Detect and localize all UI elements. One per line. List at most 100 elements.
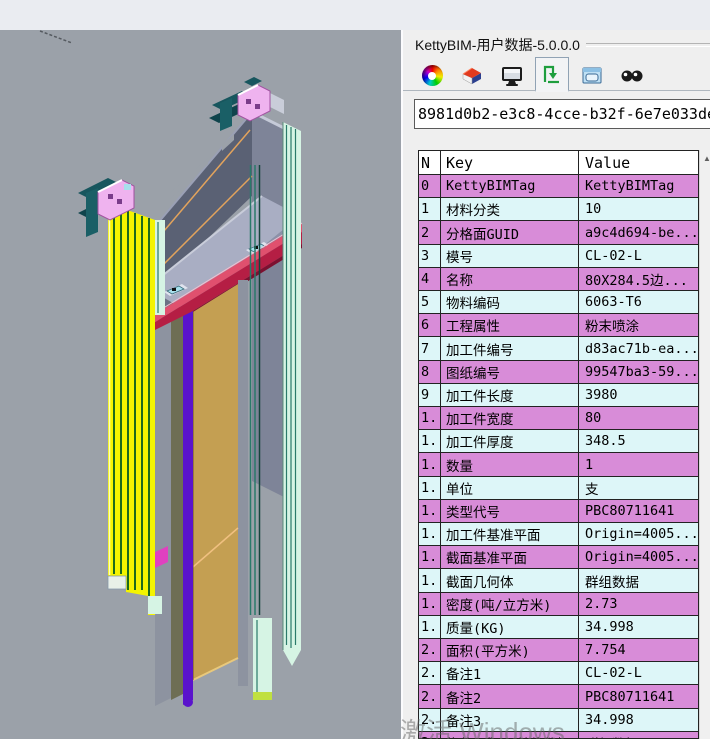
tan-panel [193, 284, 238, 680]
row-value-cell: PBC80711641 [579, 500, 698, 522]
row-index-cell: 1. [419, 407, 441, 429]
tab-monitor[interactable] [495, 60, 529, 91]
table-row[interactable]: 2. 备注3 34.998 [419, 709, 698, 732]
header-key[interactable]: Key [441, 151, 579, 174]
row-key-cell: 加工件长度 [441, 384, 579, 406]
row-key-cell: 加工件宽度 [441, 407, 579, 429]
table-row[interactable]: 1. 数量 1 [419, 453, 698, 476]
row-value-cell: Origin=4005... [579, 523, 698, 545]
row-index-cell: 2. [419, 685, 441, 707]
user-data-panel: KettyBIM-用户数据-5.0.0.0 [401, 30, 710, 739]
table-row[interactable]: 8 图纸编号 99547ba3-59... [419, 361, 698, 384]
title-divider [586, 43, 710, 47]
row-value-cell: 支 [579, 477, 698, 499]
table-row[interactable]: 1. 截面基准平面 Origin=4005... [419, 546, 698, 569]
table-row[interactable]: 1 材料分类 10 [419, 198, 698, 221]
table-row[interactable]: 1. 类型代号 PBC80711641 [419, 500, 698, 523]
app-root: KettyBIM-用户数据-5.0.0.0 [0, 0, 710, 739]
table-row[interactable]: 9 加工件长度 3980 [419, 384, 698, 407]
row-key-cell: 备注1 [441, 662, 579, 684]
row-key-cell: 加工件厚度 [441, 430, 579, 452]
row-value-cell: PBC80711641 [579, 685, 698, 707]
table-row[interactable]: 1. 加工件基准平面 Origin=4005... [419, 523, 698, 546]
table-row[interactable]: 4 名称 80X284.5边... [419, 268, 698, 291]
tab-binoculars[interactable] [615, 60, 649, 91]
table-body: 0 KettyBIMTag KettyBIMTag 1 材料分类 10 2 分格… [419, 175, 698, 739]
table-row[interactable]: 7 加工件编号 d83ac71b-ea... [419, 337, 698, 360]
row-key-cell: 分格面GUID [441, 221, 579, 243]
row-value-cell: 7.754 [579, 639, 698, 661]
row-value-cell: 34.998 [579, 616, 698, 638]
table-row[interactable]: 1. 加工件厚度 348.5 [419, 430, 698, 453]
row-index-cell: 1. [419, 569, 441, 591]
table-row[interactable]: 1. 截面几何体 群组数据 [419, 569, 698, 592]
row-value-cell: d83ac71b-ea... [579, 337, 698, 359]
panel-title: KettyBIM-用户数据-5.0.0.0 [415, 35, 580, 55]
table-row[interactable]: 2. 备注2 PBC80711641 [419, 685, 698, 708]
row-key-cell: 质量(KG) [441, 616, 579, 638]
table-row[interactable]: 2. 构件(或面)单位数据 群组数据 [419, 732, 698, 739]
row-index-cell: 7 [419, 337, 441, 359]
right-mint-mullion [283, 122, 301, 666]
table-row[interactable]: 2. 面积(平方米) 7.754 [419, 639, 698, 662]
table-row[interactable]: 1. 单位 支 [419, 477, 698, 500]
color-wheel-icon [422, 65, 443, 86]
table-row[interactable]: 1. 质量(KG) 34.998 [419, 616, 698, 639]
guid-input[interactable] [414, 99, 710, 129]
row-value-cell: 1 [579, 453, 698, 475]
table-row[interactable]: 6 工程属性 粉末喷涂 [419, 314, 698, 337]
table-row[interactable]: 2 分格面GUID a9c4d694-be... [419, 221, 698, 244]
row-index-cell: 1. [419, 430, 441, 452]
row-value-cell: 34.998 [579, 709, 698, 731]
scroll-up-button[interactable]: ▲ [700, 150, 710, 166]
row-value-cell: CL-02-L [579, 245, 698, 267]
window-icon [580, 64, 604, 88]
row-key-cell: 截面基准平面 [441, 546, 579, 568]
row-key-cell: 工程属性 [441, 314, 579, 336]
olive-bar [171, 316, 183, 700]
row-key-cell: 类型代号 [441, 500, 579, 522]
row-key-cell: 备注2 [441, 685, 579, 707]
grid-header-row: N Key Value [419, 151, 698, 175]
row-key-cell: 单位 [441, 477, 579, 499]
row-key-cell: 图纸编号 [441, 361, 579, 383]
table-row[interactable]: 3 模号 CL-02-L [419, 245, 698, 268]
curtain-wall-model [0, 30, 401, 739]
table-row[interactable]: 1. 加工件宽度 80 [419, 407, 698, 430]
header-index[interactable]: N [419, 151, 441, 174]
table-row[interactable]: 1. 密度(吨/立方米) 2.73 [419, 593, 698, 616]
row-index-cell: 2 [419, 221, 441, 243]
row-index-cell: 1. [419, 593, 441, 615]
row-index-cell: 2. [419, 662, 441, 684]
panel-header: KettyBIM-用户数据-5.0.0.0 [415, 35, 710, 55]
tab-window[interactable] [575, 60, 609, 91]
vertical-scrollbar[interactable]: ▲ [699, 150, 710, 739]
row-index-cell: 2. [419, 709, 441, 731]
row-value-cell: 6063-T6 [579, 291, 698, 313]
row-key-cell: 构件(或面)单位数据 [441, 732, 579, 739]
row-index-cell: 1. [419, 453, 441, 475]
row-value-cell: a9c4d694-be... [579, 221, 698, 243]
row-index-cell: 1. [419, 500, 441, 522]
row-index-cell: 1 [419, 198, 441, 220]
tab-pie-slice[interactable] [455, 60, 489, 91]
row-key-cell: 模号 [441, 245, 579, 267]
row-key-cell: 面积(平方米) [441, 639, 579, 661]
row-value-cell: 群组数据 [579, 732, 698, 739]
row-index-cell: 6 [419, 314, 441, 336]
tab-step-arrow[interactable] [535, 57, 569, 92]
row-value-cell: 99547ba3-59... [579, 361, 698, 383]
row-value-cell: Origin=4005... [579, 546, 698, 568]
tab-color-wheel[interactable] [415, 60, 449, 91]
table-row[interactable]: 5 物料编码 6063-T6 [419, 291, 698, 314]
row-key-cell: 密度(吨/立方米) [441, 593, 579, 615]
row-index-cell: 1. [419, 523, 441, 545]
header-value[interactable]: Value [579, 151, 698, 174]
row-key-cell: 加工件基准平面 [441, 523, 579, 545]
3d-viewport[interactable] [0, 30, 401, 739]
table-row[interactable]: 2. 备注1 CL-02-L [419, 662, 698, 685]
table-row[interactable]: 0 KettyBIMTag KettyBIMTag [419, 175, 698, 198]
row-value-cell: 348.5 [579, 430, 698, 452]
row-value-cell: KettyBIMTag [579, 175, 698, 197]
row-index-cell: 8 [419, 361, 441, 383]
